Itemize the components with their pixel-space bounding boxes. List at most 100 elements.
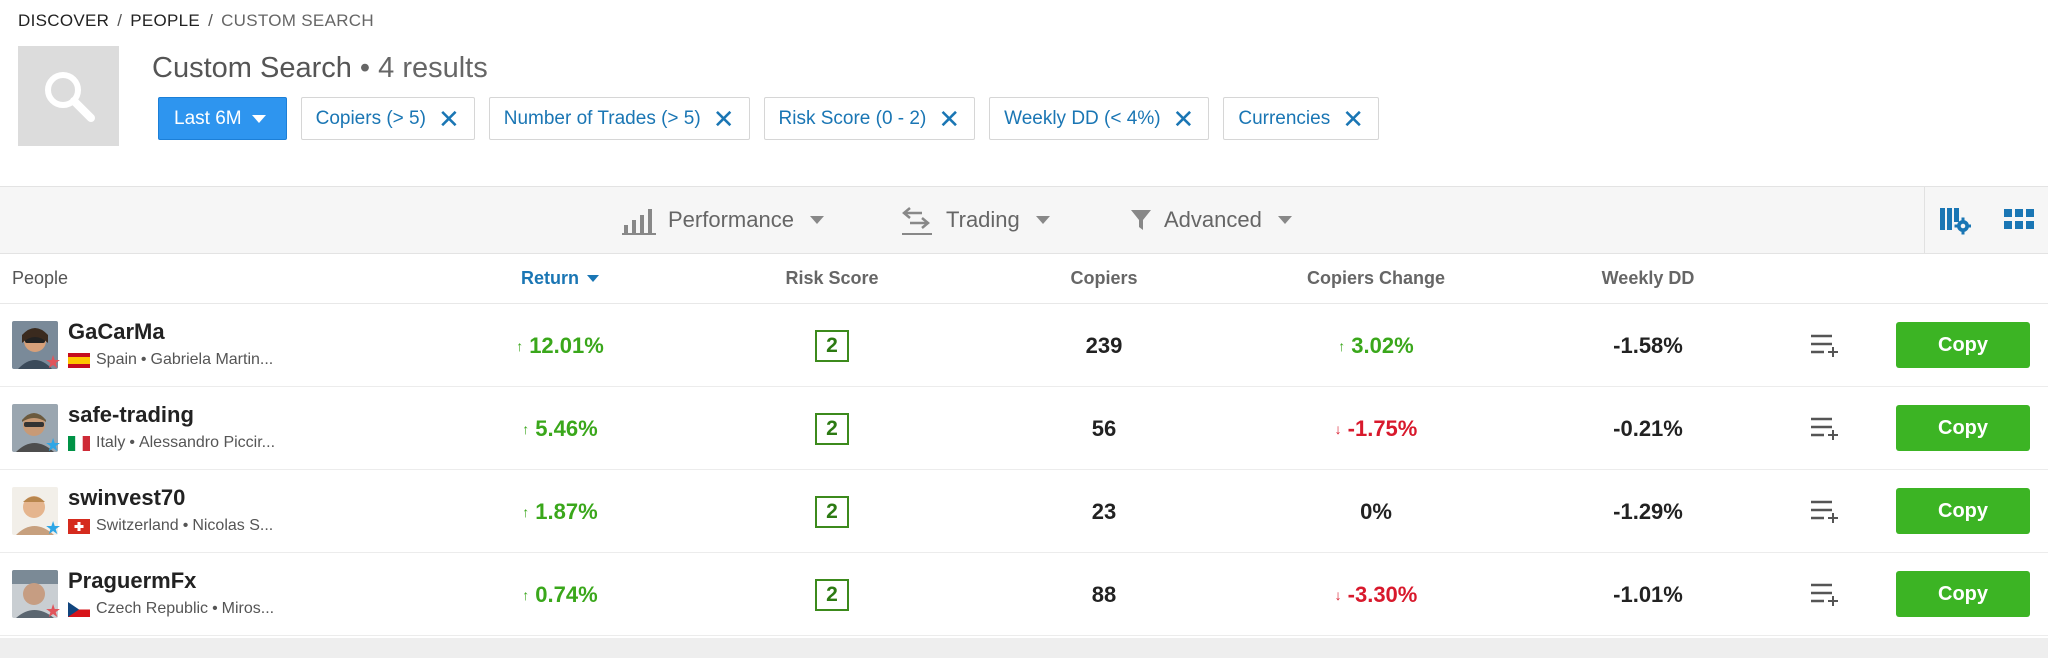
columns-settings-icon <box>1940 208 1971 235</box>
filter-chip-copiers[interactable]: Copiers (> 5) ✕ <box>300 97 475 140</box>
copiers-value: 239 <box>1085 332 1123 358</box>
copiers-change-cell: ↓ -3.30% <box>1335 553 1418 636</box>
meta-separator: • <box>212 600 218 617</box>
exchange-arrows-icon <box>902 207 932 235</box>
arrow-up-icon: ↑ <box>522 420 530 437</box>
copiers-value: 88 <box>1091 581 1117 607</box>
filter-chip-weekly-dd[interactable]: Weekly DD (< 4%) ✕ <box>989 97 1210 140</box>
copiers-cell: 56 <box>1092 387 1116 470</box>
column-header-copiers-change[interactable]: Copiers Change <box>1307 268 1445 289</box>
username[interactable]: swinvest70 <box>68 485 185 511</box>
country: Switzerland <box>96 517 179 534</box>
risk-score-cell: 2 <box>815 470 849 553</box>
copy-button[interactable]: Copy <box>1896 571 2030 617</box>
copy-button[interactable]: Copy <box>1896 488 2030 534</box>
filter-funnel-icon <box>1131 210 1151 230</box>
period-dropdown[interactable]: Last 6M <box>158 97 287 140</box>
trader-meta: Switzerland • Nicolas S... <box>68 517 273 535</box>
flag-icon-switzerland <box>68 518 90 534</box>
breadcrumb-separator: / <box>208 11 214 30</box>
column-header-risk-score[interactable]: Risk Score <box>785 268 878 289</box>
filter-chip-currencies[interactable]: Currencies ✕ <box>1223 97 1380 140</box>
table-row[interactable]: ★ safe-trading Italy • Alessandro Piccir... ↑… <box>0 387 2048 470</box>
arrow-up-icon: ↑ <box>1338 337 1346 354</box>
star-icon: ★ <box>45 352 62 372</box>
page-title: Custom Search • 4 results <box>152 52 488 85</box>
add-to-watchlist-icon[interactable] <box>1810 497 1840 525</box>
weekly-dd-value: -0.21% <box>1613 415 1683 441</box>
username[interactable]: PraguermFx <box>68 568 196 594</box>
trader-meta: Italy • Alessandro Piccir... <box>68 434 275 452</box>
flag-icon-czech-republic <box>68 601 90 617</box>
column-header-copiers[interactable]: Copiers <box>1070 268 1137 289</box>
bar-chart-icon <box>622 209 656 235</box>
copiers-cell: 23 <box>1092 470 1116 553</box>
risk-score-cell: 2 <box>815 387 849 470</box>
add-to-watchlist-icon[interactable] <box>1810 414 1840 442</box>
column-settings-button[interactable] <box>1938 203 1972 237</box>
country: Italy <box>96 434 126 451</box>
meta-separator: • <box>129 434 135 451</box>
trading-menu[interactable]: Trading <box>900 187 1050 253</box>
add-to-watchlist-icon[interactable] <box>1810 580 1840 608</box>
filter-chip-risk-score[interactable]: Risk Score (0 - 2) ✕ <box>763 97 976 140</box>
breadcrumb-people[interactable]: PEOPLE <box>130 11 200 31</box>
risk-score-badge: 2 <box>815 412 849 445</box>
close-icon[interactable]: ✕ <box>438 106 460 132</box>
copiers-change-cell: 0% <box>1360 470 1392 553</box>
username[interactable]: safe-trading <box>68 402 194 428</box>
trader-meta: Czech Republic • Miros... <box>68 600 274 618</box>
copy-button[interactable]: Copy <box>1896 322 2030 368</box>
full-name: Alessandro Piccir... <box>138 434 276 451</box>
copy-button[interactable]: Copy <box>1896 405 2030 451</box>
table-header: People Return Risk Score Copiers Copiers… <box>0 254 2048 304</box>
table-row[interactable]: ★ PraguermFx Czech Republic • Miros... ↑ 0.74%… <box>0 553 2048 636</box>
performance-menu[interactable]: Performance <box>622 187 824 253</box>
table-row[interactable]: ★ swinvest70 Switzerland • Nicolas S... ↑ 1.87… <box>0 470 2048 553</box>
chevron-down-icon <box>1035 216 1050 224</box>
chevron-down-icon <box>809 216 824 224</box>
flag-icon-spain <box>68 352 90 368</box>
sort-desc-icon <box>587 275 599 282</box>
return-value: 1.87% <box>535 498 598 524</box>
return-cell: ↑ 1.87% <box>522 470 597 553</box>
filter-chip-label: Risk Score (0 - 2) <box>778 107 927 129</box>
advanced-menu[interactable]: Advanced <box>1130 187 1292 253</box>
arrow-up-icon: ↑ <box>516 337 524 354</box>
copiers-cell: 239 <box>1086 304 1123 387</box>
chevron-down-icon <box>251 114 266 123</box>
username[interactable]: GaCarMa <box>68 319 165 345</box>
table-row[interactable]: ★ GaCarMa Spain • Gabriela Martin... ↑ 12.01% 2… <box>0 304 2048 387</box>
meta-separator: • <box>182 517 189 534</box>
breadcrumb-separator: / <box>117 11 123 30</box>
column-header-weekly-dd[interactable]: Weekly DD <box>1602 268 1695 289</box>
close-icon[interactable]: ✕ <box>1173 106 1195 132</box>
column-header-return[interactable]: Return <box>521 268 599 289</box>
return-value: 12.01% <box>529 332 604 358</box>
toolbar-divider <box>1924 187 1925 253</box>
filter-chip-number-of-trades[interactable]: Number of Trades (> 5) ✕ <box>488 97 750 140</box>
results-count: • 4 results <box>359 52 488 84</box>
search-thumbnail <box>18 46 119 146</box>
close-icon[interactable]: ✕ <box>713 106 735 132</box>
risk-score-badge: 2 <box>815 578 849 611</box>
copiers-change-value: -1.75% <box>1347 415 1418 441</box>
page-title-text: Custom Search <box>152 52 352 84</box>
full-name: Miros... <box>221 600 275 617</box>
weekly-dd-cell: -0.21% <box>1613 387 1683 470</box>
page-footer-band <box>0 638 2048 658</box>
add-to-watchlist-icon[interactable] <box>1810 331 1840 359</box>
return-cell: ↑ 12.01% <box>516 304 604 387</box>
breadcrumb-discover[interactable]: DISCOVER <box>18 11 109 31</box>
close-icon[interactable]: ✕ <box>1342 106 1364 132</box>
grid-view-button[interactable] <box>2002 203 2036 237</box>
risk-score-cell: 2 <box>815 553 849 636</box>
risk-score-badge: 2 <box>815 495 849 528</box>
weekly-dd-cell: -1.58% <box>1613 304 1683 387</box>
full-name: Nicolas S... <box>192 517 274 534</box>
return-value: 5.46% <box>535 415 598 441</box>
performance-label: Performance <box>668 207 794 232</box>
copiers-change-value: 3.02% <box>1351 332 1414 358</box>
close-icon[interactable]: ✕ <box>938 106 960 132</box>
arrow-down-icon: ↓ <box>1334 420 1342 437</box>
